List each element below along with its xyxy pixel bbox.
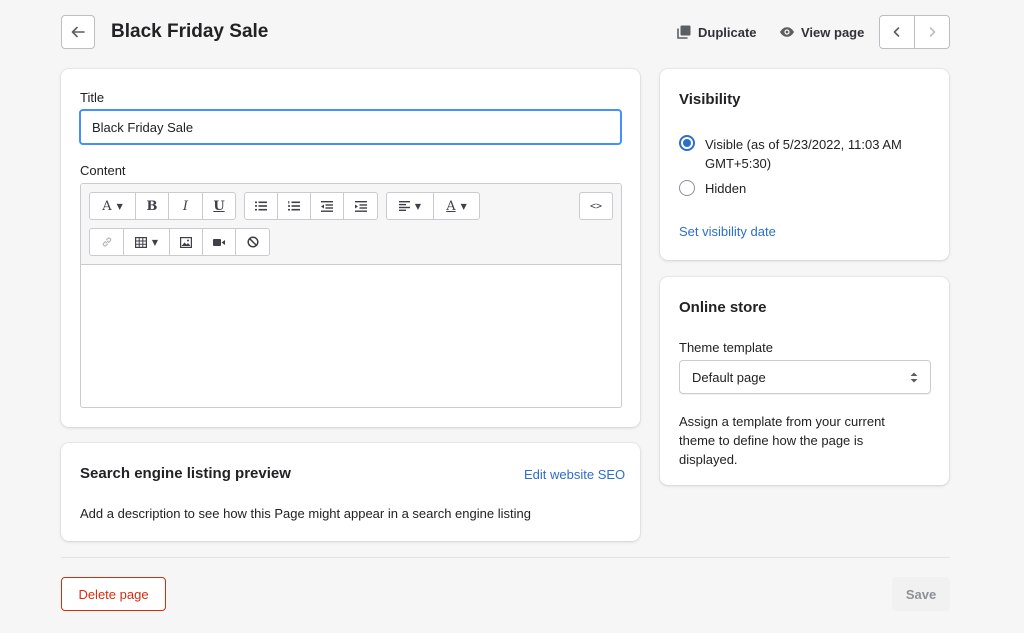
previous-page-button[interactable] xyxy=(880,16,914,48)
list-indent-group xyxy=(244,192,378,220)
title-label: Title xyxy=(80,90,105,105)
visible-label-line1: Visible (as of 5/23/2022, 11:03 AM xyxy=(705,137,902,152)
insert-image-button[interactable] xyxy=(170,229,203,255)
help-line1: Assign a template from your current xyxy=(679,414,885,429)
italic-glyph: I xyxy=(182,198,189,214)
rich-text-editor: A ▼ B I U ▼ A ▼ <> ▼ xyxy=(80,183,622,408)
italic-button[interactable]: I xyxy=(169,193,203,219)
visibility-heading: Visibility xyxy=(679,91,741,108)
chevron-right-icon xyxy=(929,27,936,37)
insert-video-button[interactable] xyxy=(203,229,236,255)
eye-icon xyxy=(780,27,794,37)
insert-group: ▼ xyxy=(89,228,270,256)
view-page-button[interactable]: View page xyxy=(779,24,864,40)
content-label: Content xyxy=(80,163,126,178)
bold-glyph: B xyxy=(146,198,158,214)
footer-divider xyxy=(61,557,950,558)
seo-heading: Search engine listing preview xyxy=(80,465,291,482)
chevron-left-icon xyxy=(893,27,900,37)
link-icon xyxy=(102,237,111,247)
help-line3: displayed. xyxy=(679,452,738,467)
duplicate-icon xyxy=(677,25,691,39)
insert-table-dropdown[interactable]: ▼ xyxy=(124,229,170,255)
text-color-glyph: A xyxy=(446,198,456,214)
theme-template-value: Default page xyxy=(692,369,766,385)
help-line2: theme to define how the page is xyxy=(679,433,864,448)
alignment-color-group: ▼ A ▼ xyxy=(386,192,480,220)
code-view-glyph: <> xyxy=(589,200,603,212)
numbered-list-icon xyxy=(288,201,300,211)
chevron-down-icon: ▼ xyxy=(414,201,422,211)
chevron-down-icon: ▼ xyxy=(116,201,123,211)
font-style-dropdown[interactable]: A ▼ xyxy=(90,193,136,219)
page-title: Black Friday Sale xyxy=(111,21,269,42)
bulleted-list-button[interactable] xyxy=(245,193,278,219)
visible-radio[interactable] xyxy=(679,135,695,151)
editor-content-area[interactable] xyxy=(81,265,621,407)
theme-template-label: Theme template xyxy=(679,340,773,355)
hidden-radio[interactable] xyxy=(679,180,695,196)
code-view-button[interactable]: <> xyxy=(580,193,612,219)
visible-radio-label: Visible (as of 5/23/2022, 11:03 AM GMT+5… xyxy=(705,135,902,173)
clear-formatting-button[interactable] xyxy=(236,229,269,255)
text-align-dropdown[interactable]: ▼ xyxy=(387,193,434,219)
online-store-heading: Online store xyxy=(679,299,767,316)
font-style-glyph: A xyxy=(102,198,112,214)
delete-page-button[interactable]: Delete page xyxy=(61,577,166,611)
editor-toolbar: A ▼ B I U ▼ A ▼ <> ▼ xyxy=(81,184,621,265)
video-icon xyxy=(213,238,225,246)
edit-website-seo-link[interactable]: Edit website SEO xyxy=(524,467,625,482)
chevron-down-icon: ▼ xyxy=(151,237,159,247)
duplicate-button[interactable]: Duplicate xyxy=(676,24,757,40)
code-view-group: <> xyxy=(579,192,613,220)
outdent-icon xyxy=(321,200,333,212)
indent-button[interactable] xyxy=(344,193,377,219)
arrow-left-icon xyxy=(71,26,85,38)
view-page-label: View page xyxy=(801,24,865,40)
chevron-down-icon: ▼ xyxy=(460,201,467,211)
title-input-value: Black Friday Sale xyxy=(92,119,194,135)
pagination xyxy=(879,15,950,49)
indent-icon xyxy=(354,200,367,212)
text-color-dropdown[interactable]: A ▼ xyxy=(434,193,479,219)
hidden-radio-label: Hidden xyxy=(705,181,747,196)
back-button[interactable] xyxy=(61,15,95,49)
outdent-button[interactable] xyxy=(311,193,344,219)
underline-glyph: U xyxy=(213,198,225,214)
underline-button[interactable]: U xyxy=(203,193,235,219)
table-icon xyxy=(134,236,147,248)
text-format-group: A ▼ B I U xyxy=(89,192,236,220)
numbered-list-button[interactable] xyxy=(278,193,311,219)
bold-button[interactable]: B xyxy=(136,193,169,219)
seo-description: Add a description to see how this Page m… xyxy=(80,506,531,521)
image-icon xyxy=(180,236,192,248)
duplicate-label: Duplicate xyxy=(698,24,757,40)
align-left-icon xyxy=(398,201,410,211)
next-page-button[interactable] xyxy=(914,16,949,48)
visible-label-line2: GMT+5:30) xyxy=(705,156,772,171)
save-button[interactable]: Save xyxy=(892,577,950,611)
set-visibility-date-link[interactable]: Set visibility date xyxy=(679,224,776,239)
seo-preview-card xyxy=(61,443,640,541)
bulleted-list-icon xyxy=(255,201,267,211)
select-arrows-icon xyxy=(910,372,918,382)
theme-template-help: Assign a template from your current them… xyxy=(679,412,885,469)
theme-template-select[interactable]: Default page xyxy=(679,360,931,394)
insert-link-button[interactable] xyxy=(90,229,124,255)
clear-formatting-icon xyxy=(246,236,259,248)
title-input[interactable]: Black Friday Sale xyxy=(79,109,622,145)
